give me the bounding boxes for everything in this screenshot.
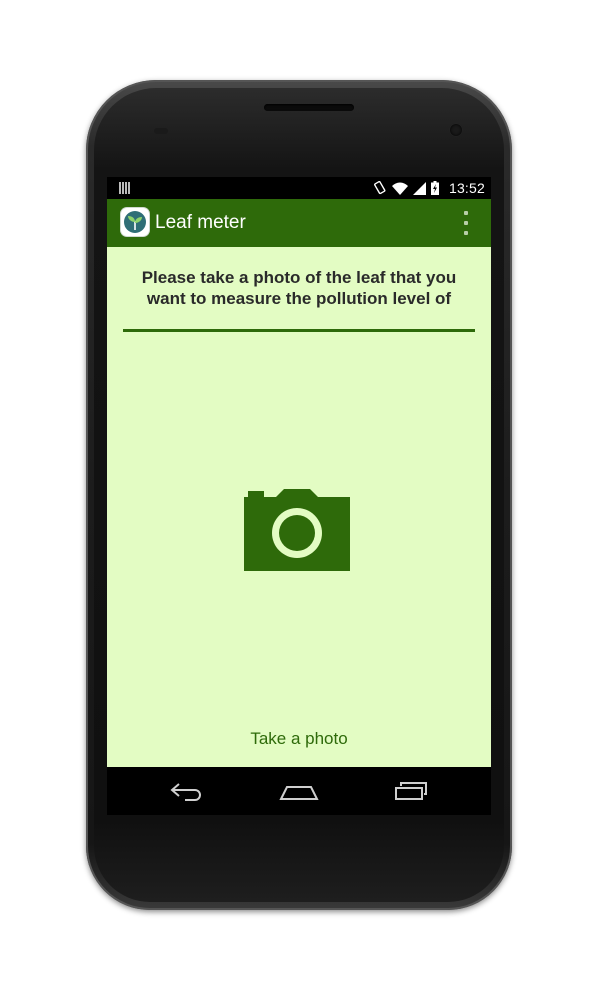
action-bar: Leaf meter <box>107 199 491 247</box>
navigation-bar <box>107 767 491 815</box>
app-title: Leaf meter <box>155 212 246 233</box>
page: 13:52 Leaf meter Please take a photo of … <box>0 0 598 998</box>
status-time: 13:52 <box>448 180 485 196</box>
screen: 13:52 Leaf meter Please take a photo of … <box>107 177 491 815</box>
camera-icon[interactable] <box>244 487 350 571</box>
overflow-menu-icon[interactable] <box>461 211 471 235</box>
main-content: Please take a photo of the leaf that you… <box>107 247 491 767</box>
earpiece-speaker <box>264 104 354 111</box>
recent-apps-icon[interactable] <box>391 779 431 803</box>
take-photo-button[interactable]: Take a photo <box>107 729 491 749</box>
signal-icon <box>413 181 426 195</box>
rotation-icon <box>374 181 386 195</box>
status-icons <box>373 181 439 195</box>
front-camera <box>450 124 462 136</box>
home-icon[interactable] <box>279 779 319 803</box>
divider <box>123 329 475 332</box>
back-icon[interactable] <box>167 779 207 803</box>
battery-charging-icon <box>431 181 439 195</box>
proximity-sensor <box>154 128 168 134</box>
status-bar: 13:52 <box>107 177 491 199</box>
notification-icon <box>119 182 131 194</box>
wifi-icon <box>392 182 408 195</box>
instruction-text: Please take a photo of the leaf that you… <box>141 268 457 308</box>
leaf-app-icon[interactable] <box>121 208 149 236</box>
